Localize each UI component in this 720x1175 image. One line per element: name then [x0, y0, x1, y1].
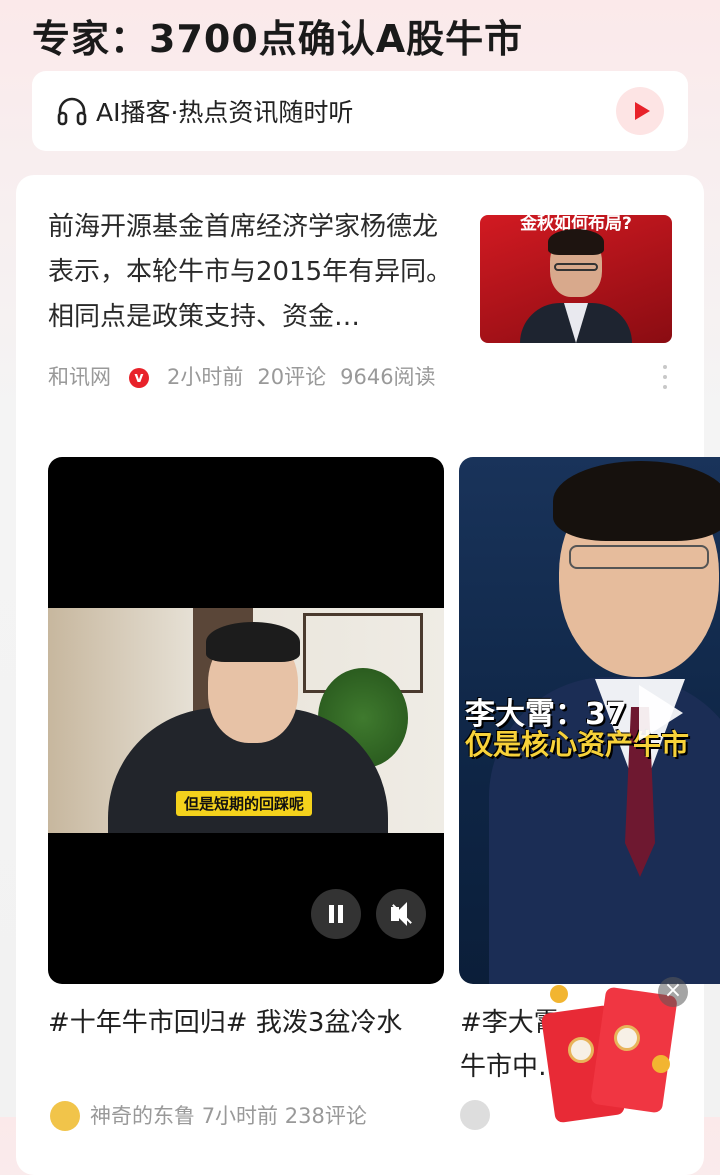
- video-comments: 238评论: [284, 1104, 367, 1128]
- video-thumbnail-2[interactable]: 李大霄：37 仅是核心资产牛市: [459, 457, 720, 984]
- red-envelope: [590, 986, 678, 1114]
- envelope-seal: [568, 1037, 594, 1063]
- author[interactable]: 神奇的东鲁: [90, 1104, 195, 1128]
- avatar[interactable]: [460, 1100, 490, 1130]
- glasses: [569, 545, 709, 569]
- news-thumbnail[interactable]: 金秋如何布局?: [480, 215, 672, 343]
- mute-icon[interactable]: [376, 889, 426, 939]
- envelope-seal: [614, 1025, 640, 1051]
- news-summary[interactable]: 前海开源基金首席经济学家杨德龙表示，本轮牛市与2015年有异同。相同点是政策支持…: [48, 205, 458, 340]
- pause-icon[interactable]: [311, 889, 361, 939]
- video-meta: 神奇的东鲁 7小时前 238评论: [50, 1100, 367, 1131]
- news-comments: 20评论: [257, 365, 327, 389]
- video-subtitle: 但是短期的回踩呢: [176, 791, 313, 816]
- thumbnail-hair: [548, 229, 604, 255]
- news-source[interactable]: 和讯网: [48, 365, 111, 389]
- news-time: 2小时前: [167, 365, 244, 389]
- hashtag[interactable]: #十年牛市回归#: [48, 1008, 248, 1038]
- more-icon[interactable]: [662, 365, 668, 391]
- news-meta: 和讯网 v 2小时前 20评论 9646阅读: [48, 361, 450, 391]
- caption-text: 我泼3盆冷水: [247, 1008, 403, 1038]
- news-reads: 9646阅读: [340, 365, 436, 389]
- coin-icon: [550, 985, 568, 1003]
- verified-icon: v: [129, 368, 149, 388]
- presenter-hair: [206, 622, 300, 662]
- avatar[interactable]: [50, 1101, 80, 1131]
- headphones-icon: [57, 97, 87, 126]
- video-player[interactable]: 但是短期的回踩呢: [48, 457, 444, 984]
- hair: [553, 461, 720, 541]
- page-title: 专家：3700点确认A股牛市: [32, 17, 524, 61]
- thumbnail-glasses: [554, 263, 598, 271]
- ai-podcast-bar[interactable]: AI播客·热点资讯随时听: [32, 71, 688, 151]
- play-icon[interactable]: [616, 87, 664, 135]
- play-icon[interactable]: [639, 685, 683, 741]
- video-caption[interactable]: #十年牛市回归# 我泼3盆冷水: [48, 1001, 428, 1045]
- video-time: 7小时前: [201, 1104, 279, 1128]
- coin-icon: [652, 1055, 670, 1073]
- close-icon[interactable]: ×: [658, 977, 688, 1007]
- podcast-label: AI播客·热点资讯随时听: [96, 98, 354, 127]
- video-frame: 但是短期的回踩呢: [48, 608, 444, 833]
